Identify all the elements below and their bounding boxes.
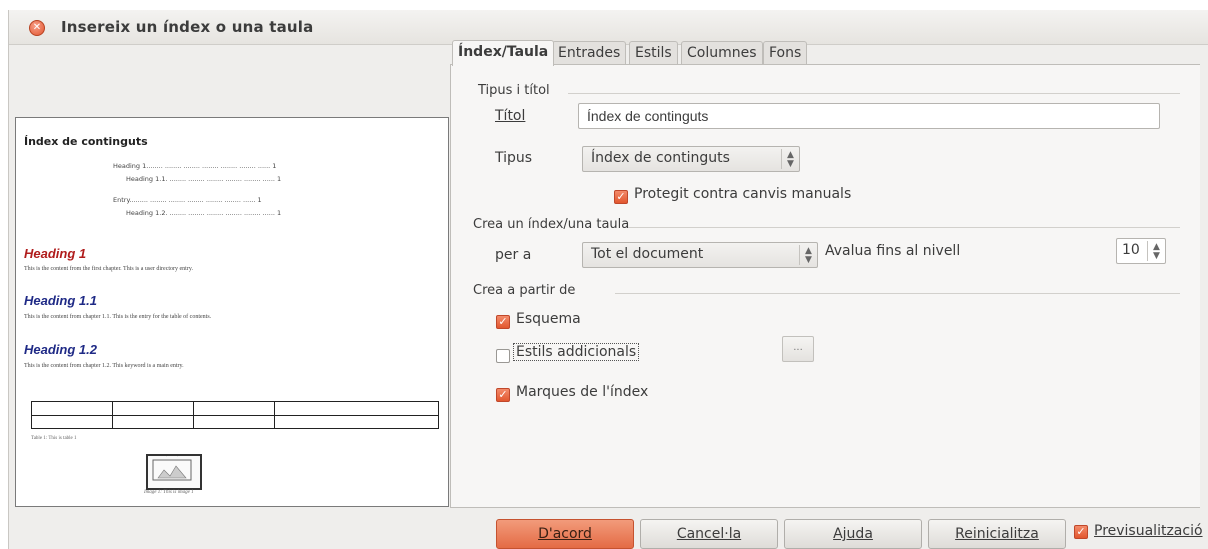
- cancel-button[interactable]: Cancel·la: [640, 519, 778, 549]
- index-marks-checkbox[interactable]: ✓: [496, 388, 510, 402]
- protect-label: Protegit contra canvis manuals: [634, 186, 852, 202]
- additional-styles-label: Estils addicionals: [513, 343, 640, 361]
- preview-heading: Heading 1: [24, 246, 87, 261]
- preview-body-text: This is the content from the first chapt…: [24, 266, 193, 272]
- protect-checkbox[interactable]: ✓: [614, 190, 628, 204]
- outline-label: Esquema: [516, 311, 581, 327]
- preview-toc-entry: Entry......... ........ ........ .......…: [113, 196, 262, 204]
- preview-label: Previsualització: [1094, 523, 1203, 539]
- close-icon[interactable]: ✕: [29, 20, 45, 36]
- updown-arrow-icon[interactable]: ▲ ▼: [1147, 241, 1165, 261]
- picture-frame-icon: [146, 454, 202, 490]
- section-create-from: Crea a partir de: [473, 283, 576, 298]
- type-select-value: Índex de continguts: [591, 150, 730, 166]
- for-label: per a: [495, 247, 532, 263]
- section-create-index: Crea un índex/una taula: [473, 217, 630, 232]
- scope-select-value: Tot el document: [591, 246, 704, 262]
- index-marks-label: Marques de l'índex: [516, 384, 649, 400]
- level-spinner[interactable]: 10 ▲ ▼: [1116, 238, 1166, 264]
- updown-arrow-icon: ▲ ▼: [799, 245, 817, 265]
- preview-heading: Heading 1.1: [24, 293, 97, 308]
- preview-body-text: This is the content from chapter 1.1. Th…: [24, 314, 212, 320]
- window-title: Insereix un índex o una taula: [61, 18, 314, 36]
- tab-columns[interactable]: Columnes: [681, 41, 763, 65]
- title-bar: ✕ Insereix un índex o una taula: [9, 10, 1208, 45]
- preview-toggle[interactable]: ✓ Previsualització: [1074, 521, 1204, 545]
- section-type-title: Tipus i títol: [478, 83, 550, 98]
- preview-table: [31, 401, 439, 429]
- preview-body-text: This is the content from chapter 1.2. Th…: [24, 363, 184, 369]
- tab-styles[interactable]: Estils: [629, 41, 678, 65]
- document-preview: Índex de continguts Heading 1........ ..…: [15, 117, 449, 507]
- tab-background[interactable]: Fons: [763, 41, 808, 65]
- title-input[interactable]: [578, 103, 1160, 129]
- preview-toc-entry: Heading 1........ ........ ........ ....…: [113, 162, 277, 170]
- reset-button-label: Reinicialitza: [955, 526, 1039, 542]
- separator: [628, 227, 1180, 228]
- additional-styles-checkbox[interactable]: [496, 349, 510, 363]
- tab-entries[interactable]: Entrades: [552, 41, 627, 65]
- separator: [568, 93, 1180, 94]
- additional-styles-button[interactable]: ...: [782, 336, 814, 362]
- preview-toc-entry: Heading 1.1. ........ ........ ........ …: [126, 175, 282, 183]
- cancel-button-label: Cancel·la: [676, 526, 742, 542]
- preview-heading: Heading 1.2: [24, 342, 97, 357]
- preview-doc-title: Índex de continguts: [24, 135, 148, 148]
- updown-arrow-icon: ▲ ▼: [781, 149, 799, 169]
- help-button-label: Ajuda: [833, 526, 873, 542]
- preview-checkbox[interactable]: ✓: [1074, 525, 1088, 539]
- type-select[interactable]: Índex de continguts ▲ ▼: [582, 146, 800, 172]
- preview-image-caption: Image 1: This is image 1: [144, 490, 194, 495]
- title-label: Títol: [495, 108, 526, 124]
- ok-button[interactable]: D'acord: [496, 519, 634, 549]
- level-value: 10: [1122, 242, 1140, 258]
- help-button[interactable]: Ajuda: [784, 519, 922, 549]
- separator: [615, 293, 1180, 294]
- preview-table-caption: Table 1: This is table 1: [31, 436, 77, 441]
- preview-toc-entry: Heading 1.2. ........ ........ ........ …: [126, 209, 282, 217]
- scope-select[interactable]: Tot el document ▲ ▼: [582, 242, 818, 268]
- outline-checkbox[interactable]: ✓: [496, 315, 510, 329]
- ok-button-label: D'acord: [538, 526, 592, 542]
- reset-button[interactable]: Reinicialitza: [928, 519, 1066, 549]
- tab-index-table[interactable]: Índex/Taula: [452, 40, 555, 66]
- level-label: Avalua fins al nivell: [825, 243, 961, 259]
- type-label: Tipus: [495, 150, 533, 166]
